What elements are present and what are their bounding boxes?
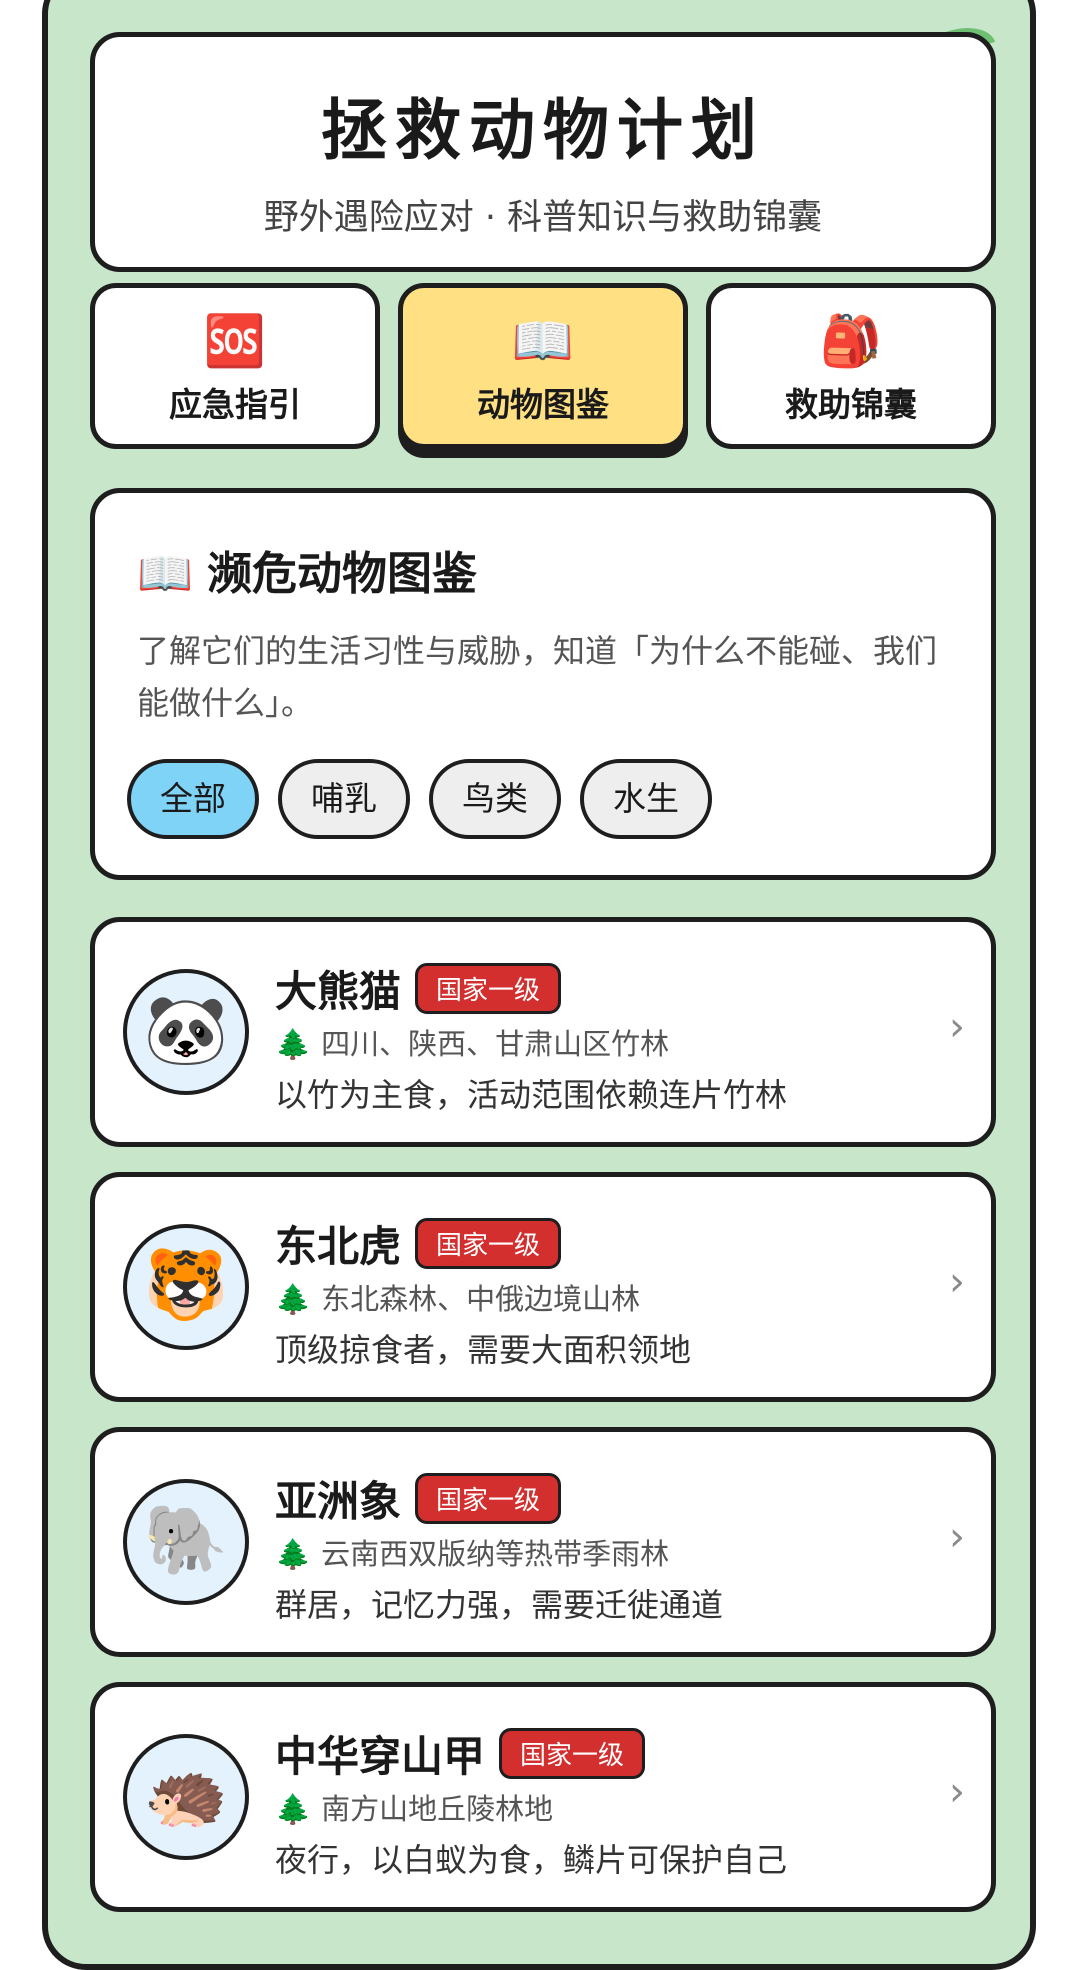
filter-chip-all[interactable]: 全部 <box>127 759 259 839</box>
habitat-text: 东北森林、中俄边境山林 <box>321 1282 641 1316</box>
animal-card-tiger[interactable]: 🐯 东北虎 国家一级 🌲 东北森林、中俄边境山林 顶级掠食者，需要大面积领地 › <box>90 1172 996 1402</box>
animal-description: 顶级掠食者，需要大面积领地 <box>275 1331 692 1369</box>
tree-icon: 🌲 <box>275 1537 312 1571</box>
sos-icon: 🆘 <box>203 312 267 370</box>
tab-rescue-kit[interactable]: 🎒 救助锦囊 <box>706 283 996 449</box>
animal-habitat: 🌲 云南西双版纳等热带季雨林 <box>275 1531 669 1573</box>
section-title-text: 濒危动物图鉴 <box>207 547 478 600</box>
chevron-right-icon: › <box>949 1004 965 1050</box>
animal-name: 中华穿山甲 <box>275 1732 486 1781</box>
tree-icon: 🌲 <box>275 1027 312 1061</box>
animal-name: 大熊猫 <box>275 967 402 1016</box>
page-subtitle: 野外遇险应对 · 科普知识与救助锦囊 <box>263 198 823 238</box>
tab-emergency-guide[interactable]: 🆘 应急指引 <box>90 283 380 449</box>
section-title: 📖 濒危动物图鉴 <box>137 537 477 602</box>
animal-card-pangolin[interactable]: 🦔 中华穿山甲 国家一级 🌲 南方山地丘陵林地 夜行，以白蚁为食，鳞片可保护自己 … <box>90 1682 996 1912</box>
animal-name-row: 亚洲象 国家一级 <box>275 1468 562 1529</box>
habitat-text: 云南西双版纳等热带季雨林 <box>321 1537 670 1571</box>
open-book-icon: 📖 <box>137 547 194 600</box>
pangolin-icon: 🦔 <box>123 1734 249 1860</box>
open-book-icon: 📖 <box>511 312 575 370</box>
tab-label: 救助锦囊 <box>785 385 917 424</box>
backpack-icon: 🎒 <box>819 312 883 370</box>
tab-animal-guide[interactable]: 📖 动物图鉴 <box>398 283 688 449</box>
elephant-icon: 🐘 <box>123 1479 249 1605</box>
protection-badge: 国家一级 <box>499 1728 646 1779</box>
animal-name: 东北虎 <box>275 1222 402 1271</box>
animal-habitat: 🌲 四川、陕西、甘肃山区竹林 <box>275 1021 669 1063</box>
panda-icon: 🐼 <box>123 969 249 1095</box>
protection-badge: 国家一级 <box>415 1473 562 1524</box>
habitat-text: 南方山地丘陵林地 <box>321 1792 554 1826</box>
animal-habitat: 🌲 南方山地丘陵林地 <box>275 1786 553 1828</box>
animal-card-elephant[interactable]: 🐘 亚洲象 国家一级 🌲 云南西双版纳等热带季雨林 群居，记忆力强，需要迁徙通道 … <box>90 1427 996 1657</box>
tiger-icon: 🐯 <box>123 1224 249 1350</box>
animal-name: 亚洲象 <box>275 1477 402 1526</box>
animal-description: 群居，记忆力强，需要迁徙通道 <box>275 1586 724 1624</box>
section-description: 了解它们的生活习性与威胁，知道「为什么不能碰、我们能做什么」。 <box>137 632 938 722</box>
animal-name-row: 中华穿山甲 国家一级 <box>275 1723 646 1784</box>
habitat-text: 四川、陕西、甘肃山区竹林 <box>321 1027 670 1061</box>
intro-card: 📖 濒危动物图鉴 了解它们的生活习性与威胁，知道「为什么不能碰、我们能做什么」。 … <box>90 488 996 880</box>
animal-name-row: 东北虎 国家一级 <box>275 1213 562 1274</box>
app-frame: 拯救动物计划 野外遇险应对 · 科普知识与救助锦囊 🆘 应急指引 📖 动物图鉴 … <box>42 0 1036 1970</box>
filter-chip-mammal[interactable]: 哺乳 <box>278 759 410 839</box>
animal-card-panda[interactable]: 🐼 大熊猫 国家一级 🌲 四川、陕西、甘肃山区竹林 以竹为主食，活动范围依赖连片竹… <box>90 917 996 1147</box>
tree-icon: 🌲 <box>275 1282 312 1316</box>
tab-label: 动物图鉴 <box>477 385 609 424</box>
chevron-right-icon: › <box>949 1514 965 1560</box>
tab-label: 应急指引 <box>169 385 301 424</box>
animal-description: 以竹为主食，活动范围依赖连片竹林 <box>275 1076 788 1114</box>
page-title: 拯救动物计划 <box>321 92 765 169</box>
chevron-right-icon: › <box>949 1259 965 1305</box>
protection-badge: 国家一级 <box>415 963 562 1014</box>
animal-habitat: 🌲 东北森林、中俄边境山林 <box>275 1276 640 1318</box>
header-card: 拯救动物计划 野外遇险应对 · 科普知识与救助锦囊 <box>90 32 996 272</box>
filter-chip-aquatic[interactable]: 水生 <box>580 759 712 839</box>
animal-description: 夜行，以白蚁为食，鳞片可保护自己 <box>275 1841 788 1879</box>
filter-chip-bird[interactable]: 鸟类 <box>429 759 561 839</box>
tree-icon: 🌲 <box>275 1792 312 1826</box>
chevron-right-icon: › <box>949 1769 965 1815</box>
protection-badge: 国家一级 <box>415 1218 562 1269</box>
animal-name-row: 大熊猫 国家一级 <box>275 958 562 1019</box>
